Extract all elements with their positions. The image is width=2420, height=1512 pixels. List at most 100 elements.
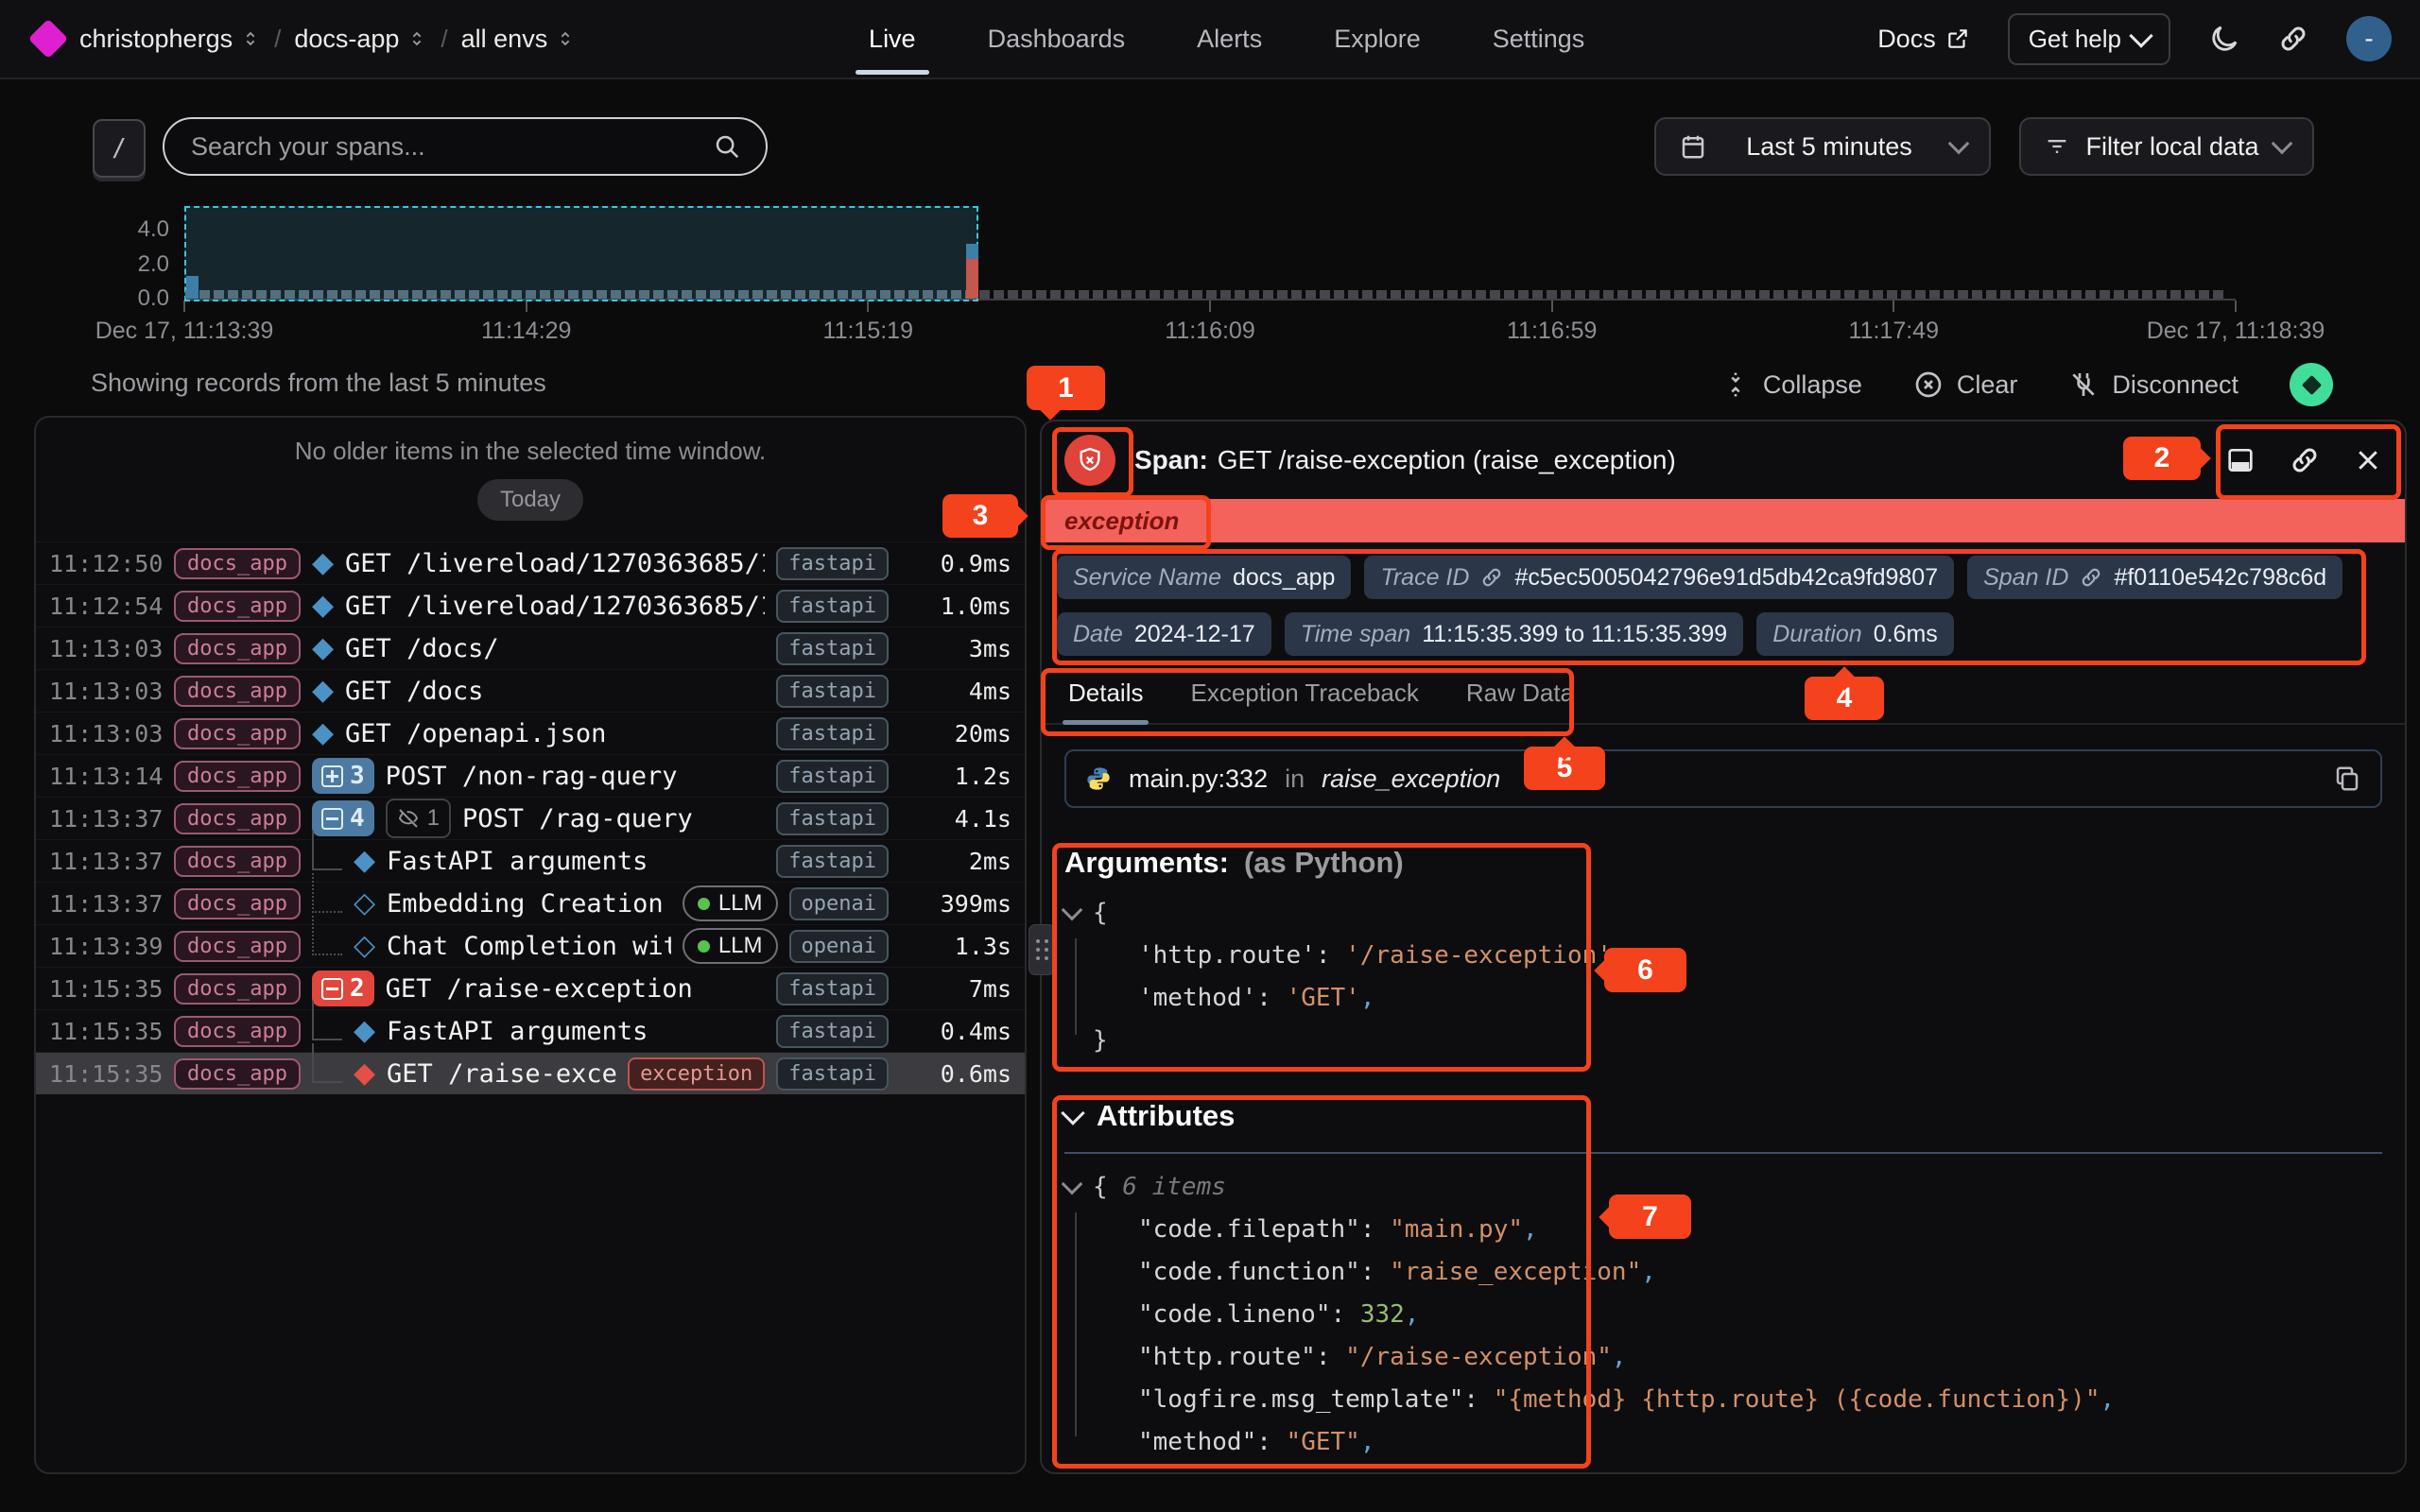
histogram-bucket: [441, 290, 451, 299]
service-tag[interactable]: docs_app: [174, 676, 301, 707]
nav-tab-settings[interactable]: Settings: [1491, 6, 1587, 73]
time-selection-region[interactable]: [184, 206, 978, 301]
today-pill[interactable]: Today: [477, 479, 583, 521]
indent-guide: [1075, 938, 1077, 1035]
detail-tab-exception-traceback[interactable]: Exception Traceback: [1188, 671, 1420, 723]
histogram-bucket: [653, 290, 664, 299]
copy-button[interactable]: [2333, 765, 2361, 793]
search-input[interactable]: [189, 131, 713, 163]
service-tag[interactable]: docs_app: [174, 591, 301, 622]
histogram-bucket: [611, 290, 621, 299]
service-tag[interactable]: docs_app: [174, 548, 301, 579]
annotation-badge-6: 6: [1604, 948, 1686, 992]
breadcrumb-project[interactable]: docs-app: [294, 25, 427, 54]
service-tag[interactable]: docs_app: [174, 803, 301, 834]
span-timestamp: 11:13:14: [49, 763, 163, 790]
histogram-bucket: [838, 290, 848, 299]
span-row[interactable]: 11:13:37docs_app◆FastAPI argumentsfastap…: [36, 839, 1025, 882]
panel-resize-handle[interactable]: [1028, 924, 1055, 975]
span-row[interactable]: 11:15:35docs_app◆FastAPI argumentsfastap…: [36, 1009, 1025, 1052]
histogram-bucket: [1717, 290, 1727, 299]
nav-tab-explore[interactable]: Explore: [1332, 6, 1423, 73]
x-tick-mark: [1551, 301, 1553, 312]
service-tag[interactable]: docs_app: [174, 633, 301, 664]
docs-link[interactable]: Docs: [1877, 25, 1970, 54]
hidden-spans-badge[interactable]: 1: [386, 799, 451, 838]
meta-value: 0.6ms: [1874, 621, 1938, 648]
span-duration: 0.9ms: [900, 550, 1011, 577]
code-segment: "code.function": [1138, 1258, 1360, 1286]
llm-badge: LLM: [683, 928, 778, 964]
source-function: raise_exception: [1322, 765, 1500, 794]
service-tag[interactable]: docs_app: [174, 718, 301, 749]
arguments-heading-label: Arguments:: [1064, 846, 1229, 880]
framework-tag: fastapi: [776, 590, 889, 623]
nav-tab-live[interactable]: Live: [867, 6, 918, 73]
filter-local-data-button[interactable]: Filter local data: [2019, 117, 2314, 176]
service-tag[interactable]: docs_app: [174, 846, 301, 877]
span-row[interactable]: 11:13:39docs_app◇Chat Completion with '……: [36, 924, 1025, 967]
logfire-logo-icon[interactable]: [28, 19, 68, 59]
detail-tab-raw-data[interactable]: Raw Data: [1464, 671, 1576, 723]
service-tag[interactable]: docs_app: [174, 931, 301, 962]
breadcrumb-org-label: christophergs: [79, 25, 233, 54]
histogram-bucket: [1844, 290, 1855, 299]
histogram-bucket: [1334, 290, 1344, 299]
breadcrumb-org[interactable]: christophergs: [79, 25, 261, 54]
span-row[interactable]: 11:13:37docs_app41POST /rag-queryfastapi…: [36, 797, 1025, 839]
histogram-bucket: [1788, 290, 1798, 299]
expand-children-badge[interactable]: 3: [312, 758, 374, 794]
span-row[interactable]: 11:13:03docs_app◆GET /docsfastapi4ms: [36, 669, 1025, 712]
avatar[interactable]: -: [2346, 16, 2392, 61]
framework-tag: fastapi: [776, 972, 889, 1005]
y-tick-label: 2.0: [114, 251, 169, 278]
child-count: 2: [350, 974, 365, 1003]
histogram-bucket: [1178, 290, 1188, 299]
span-row[interactable]: 11:13:03docs_app◆GET /docs/fastapi3ms: [36, 627, 1025, 669]
time-range-button[interactable]: Last 5 minutes: [1654, 117, 1991, 176]
nav-tab-alerts[interactable]: Alerts: [1195, 6, 1264, 73]
span-row[interactable]: 11:13:14docs_app3POST /non-rag-queryfast…: [36, 754, 1025, 797]
attributes-heading-label: Attributes: [1097, 1099, 1235, 1133]
span-row[interactable]: 11:13:03docs_app◆GET /openapi.jsonfastap…: [36, 712, 1025, 754]
histogram-bucket: [1830, 290, 1841, 299]
attributes-heading[interactable]: Attributes: [1064, 1099, 2382, 1133]
service-tag[interactable]: docs_app: [174, 1058, 301, 1090]
dark-mode-toggle[interactable]: [2208, 23, 2240, 55]
service-tag[interactable]: docs_app: [174, 761, 301, 792]
span-row[interactable]: 11:12:50docs_app◆GET /livereload/1270363…: [36, 541, 1025, 584]
close-icon[interactable]: [2354, 446, 2382, 474]
service-tag[interactable]: docs_app: [174, 973, 301, 1005]
disconnect-button[interactable]: Disconnect: [2068, 369, 2238, 400]
span-row[interactable]: 11:15:35docs_app◆GET /raise-exception …e…: [36, 1052, 1025, 1094]
histogram-bucket: [1391, 290, 1401, 299]
copy-link-icon[interactable]: [2290, 445, 2320, 475]
span-timeline-chart[interactable]: 4.02.00.0Dec 17, 11:13:3911:14:2911:15:1…: [184, 198, 2236, 301]
dock-panel-icon[interactable]: [2225, 445, 2256, 475]
span-row[interactable]: 11:12:54docs_app◆GET /livereload/1270363…: [36, 584, 1025, 627]
histogram-bucket: [242, 290, 252, 299]
get-help-button[interactable]: Get help: [2008, 13, 2170, 65]
service-tag[interactable]: docs_app: [174, 1016, 301, 1047]
service-tag[interactable]: docs_app: [174, 888, 301, 919]
span-timestamp: 11:13:37: [49, 848, 163, 875]
collapse-caret-icon[interactable]: [1064, 1182, 1093, 1192]
span-row[interactable]: 11:13:37docs_app◇Embedding Creation wit……: [36, 882, 1025, 924]
span-row[interactable]: 11:15:35docs_app2GET /raise-exceptionfas…: [36, 967, 1025, 1009]
collapse-button[interactable]: Collapse: [1721, 370, 1862, 400]
clear-button[interactable]: Clear: [1913, 369, 2018, 400]
tree-connector: [312, 916, 342, 955]
collapse-caret-icon[interactable]: [1064, 908, 1093, 918]
histogram-bucket: [214, 290, 224, 299]
source-file[interactable]: main.py:332: [1129, 765, 1268, 794]
search-icon: [713, 132, 741, 161]
connection-status-indicator[interactable]: [2290, 363, 2333, 406]
breadcrumb-env[interactable]: all envs: [461, 25, 577, 54]
search-bar: [163, 117, 768, 176]
detail-tab-details[interactable]: Details: [1066, 671, 1145, 723]
code-segment: 'GET': [1287, 984, 1360, 1012]
nav-tab-dashboards[interactable]: Dashboards: [986, 6, 1128, 73]
share-link-button[interactable]: [2278, 24, 2308, 54]
x-tick-mark: [1893, 301, 1894, 312]
meta-pill-span-id: Span ID#f0110e542c798c6d: [1967, 556, 2342, 599]
